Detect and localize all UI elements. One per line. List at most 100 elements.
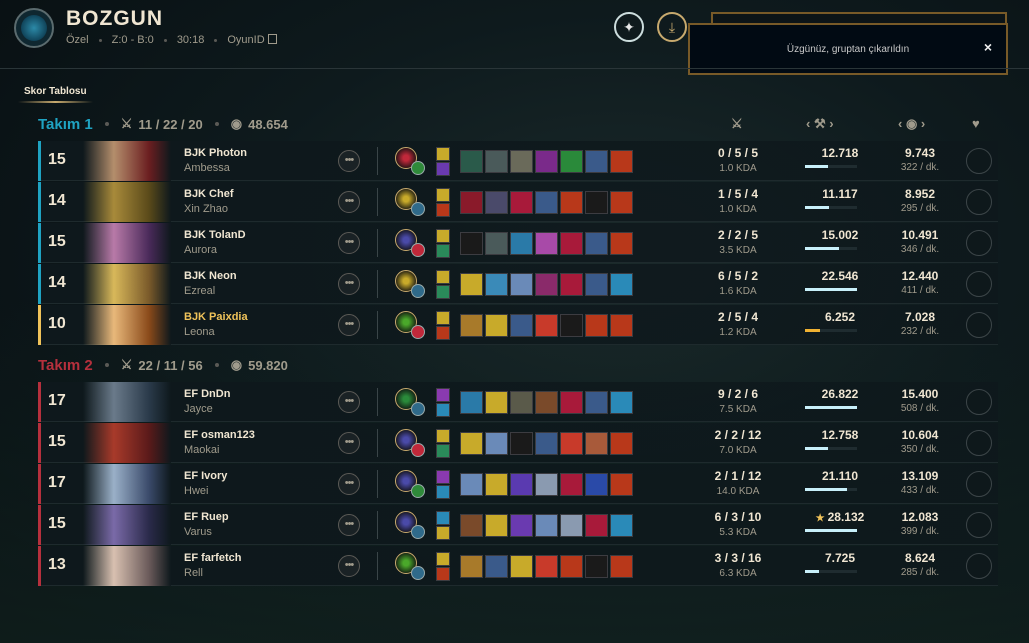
item-icon[interactable] xyxy=(560,473,583,496)
item-icon[interactable] xyxy=(460,314,483,337)
item-icon[interactable] xyxy=(485,314,508,337)
more-options-button[interactable]: ••• xyxy=(338,191,360,213)
item-icon[interactable] xyxy=(610,555,633,578)
item-icon[interactable] xyxy=(485,191,508,214)
player-row[interactable]: 14 BJK Chef Xin Zhao ••• 1 / 5 / 4 1.0 K… xyxy=(38,182,998,222)
item-icon[interactable] xyxy=(560,150,583,173)
item-icon[interactable] xyxy=(560,514,583,537)
more-options-button[interactable]: ••• xyxy=(338,273,360,295)
player-row[interactable]: 15 EF osman123 Maokai ••• 2 / 2 / 12 7.0… xyxy=(38,423,998,463)
summoner-name[interactable]: BJK Neon xyxy=(184,270,237,282)
item-icon[interactable] xyxy=(585,391,608,414)
item-icon[interactable] xyxy=(460,555,483,578)
item-icon[interactable] xyxy=(535,232,558,255)
secondary-rune-icon[interactable] xyxy=(411,243,425,257)
item-icon[interactable] xyxy=(485,150,508,173)
secondary-rune-icon[interactable] xyxy=(411,325,425,339)
item-icon[interactable] xyxy=(510,232,533,255)
honor-button[interactable] xyxy=(966,189,992,215)
item-icon[interactable] xyxy=(510,514,533,537)
champion-portrait[interactable] xyxy=(83,264,171,304)
item-icon[interactable] xyxy=(585,555,608,578)
item-icon[interactable] xyxy=(585,191,608,214)
gold-column-selector[interactable]: ‹ ◉ › xyxy=(898,116,925,132)
item-icon[interactable] xyxy=(460,391,483,414)
secondary-rune-icon[interactable] xyxy=(411,443,425,457)
honor-button[interactable] xyxy=(966,312,992,338)
summoner-spell-icon[interactable] xyxy=(436,388,450,402)
item-icon[interactable] xyxy=(485,473,508,496)
item-icon[interactable] xyxy=(585,273,608,296)
summoner-spell-icon[interactable] xyxy=(436,403,450,417)
summoner-spell-icon[interactable] xyxy=(436,311,450,325)
add-friend-button[interactable]: ✦ xyxy=(614,12,644,42)
champion-portrait[interactable] xyxy=(83,223,171,263)
summoner-spell-icon[interactable] xyxy=(436,511,450,525)
item-icon[interactable] xyxy=(510,314,533,337)
item-icon[interactable] xyxy=(535,473,558,496)
game-id-copy[interactable]: OyunID xyxy=(227,34,277,46)
item-icon[interactable] xyxy=(460,432,483,455)
player-row[interactable]: 15 BJK Photon Ambessa ••• 0 / 5 / 5 1.0 … xyxy=(38,141,998,181)
item-icon[interactable] xyxy=(460,514,483,537)
summoner-spell-icon[interactable] xyxy=(436,147,450,161)
item-icon[interactable] xyxy=(460,150,483,173)
summoner-spell-icon[interactable] xyxy=(436,552,450,566)
honor-button[interactable] xyxy=(966,430,992,456)
item-icon[interactable] xyxy=(535,191,558,214)
summoner-name[interactable]: EF Ruep xyxy=(184,511,229,523)
honor-button[interactable] xyxy=(966,553,992,579)
item-icon[interactable] xyxy=(485,432,508,455)
summoner-name[interactable]: EF Ivory xyxy=(184,470,227,482)
champion-portrait[interactable] xyxy=(83,305,171,345)
item-icon[interactable] xyxy=(610,432,633,455)
item-icon[interactable] xyxy=(510,555,533,578)
summoner-spell-icon[interactable] xyxy=(436,188,450,202)
item-icon[interactable] xyxy=(510,191,533,214)
item-icon[interactable] xyxy=(485,273,508,296)
secondary-rune-icon[interactable] xyxy=(411,284,425,298)
more-options-button[interactable]: ••• xyxy=(338,514,360,536)
more-options-button[interactable]: ••• xyxy=(338,232,360,254)
secondary-rune-icon[interactable] xyxy=(411,161,425,175)
summoner-spell-icon[interactable] xyxy=(436,270,450,284)
item-icon[interactable] xyxy=(610,391,633,414)
champion-portrait[interactable] xyxy=(83,464,171,504)
item-icon[interactable] xyxy=(560,191,583,214)
item-icon[interactable] xyxy=(460,232,483,255)
champion-portrait[interactable] xyxy=(83,546,171,586)
secondary-rune-icon[interactable] xyxy=(411,525,425,539)
item-icon[interactable] xyxy=(610,514,633,537)
item-icon[interactable] xyxy=(610,191,633,214)
item-icon[interactable] xyxy=(585,473,608,496)
item-icon[interactable] xyxy=(610,273,633,296)
more-options-button[interactable]: ••• xyxy=(338,391,360,413)
champion-portrait[interactable] xyxy=(83,141,171,181)
item-icon[interactable] xyxy=(485,391,508,414)
summoner-spell-icon[interactable] xyxy=(436,203,450,217)
secondary-rune-icon[interactable] xyxy=(411,402,425,416)
damage-column-selector[interactable]: ‹ ⚒ › xyxy=(806,116,834,132)
more-options-button[interactable]: ••• xyxy=(338,314,360,336)
tab-scoreboard[interactable]: Skor Tablosu xyxy=(18,86,93,103)
item-icon[interactable] xyxy=(485,555,508,578)
player-row[interactable]: 13 EF farfetch Rell ••• 3 / 3 / 16 6.3 K… xyxy=(38,546,998,586)
item-icon[interactable] xyxy=(560,273,583,296)
more-options-button[interactable]: ••• xyxy=(338,555,360,577)
summoner-name[interactable]: BJK Paixdia xyxy=(184,311,248,323)
summoner-spell-icon[interactable] xyxy=(436,326,450,340)
item-icon[interactable] xyxy=(535,432,558,455)
secondary-rune-icon[interactable] xyxy=(411,566,425,580)
item-icon[interactable] xyxy=(510,473,533,496)
honor-button[interactable] xyxy=(966,512,992,538)
item-icon[interactable] xyxy=(460,473,483,496)
champion-portrait[interactable] xyxy=(83,182,171,222)
player-row[interactable]: 17 EF Ivory Hwei ••• 2 / 1 / 12 14.0 KDA… xyxy=(38,464,998,504)
summoner-spell-icon[interactable] xyxy=(436,444,450,458)
item-icon[interactable] xyxy=(510,432,533,455)
summoner-spell-icon[interactable] xyxy=(436,244,450,258)
summoner-spell-icon[interactable] xyxy=(436,526,450,540)
summoner-spell-icon[interactable] xyxy=(436,485,450,499)
summoner-name[interactable]: EF osman123 xyxy=(184,429,255,441)
item-icon[interactable] xyxy=(610,232,633,255)
